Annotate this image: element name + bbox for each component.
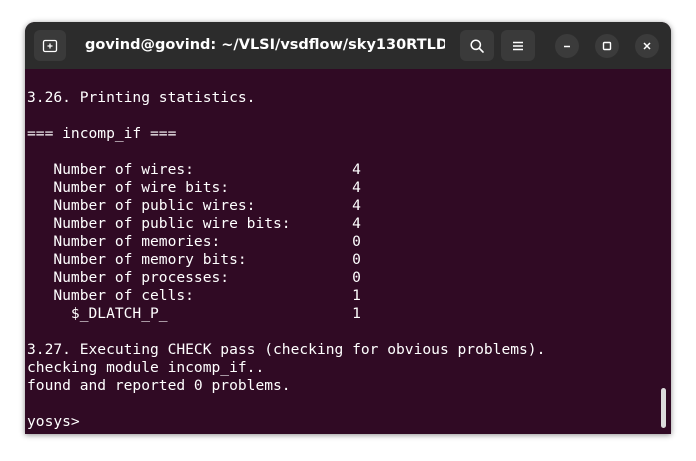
terminal-line: Number of processes: 0 bbox=[27, 269, 361, 286]
window-title: govind@govind: ~/VLSI/vsdflow/sky130RTLD… bbox=[85, 37, 445, 53]
minimize-icon bbox=[564, 45, 570, 48]
terminal-line: === incomp_if === bbox=[27, 125, 177, 142]
maximize-icon bbox=[602, 41, 612, 51]
close-icon bbox=[643, 42, 651, 50]
maximize-button[interactable] bbox=[595, 34, 619, 58]
search-icon bbox=[470, 38, 484, 53]
terminal-line: Number of wires: 4 bbox=[27, 161, 361, 178]
terminal-line: checking module incomp_if.. bbox=[27, 359, 265, 376]
terminal-line: $_DLATCH_P_ 1 bbox=[27, 305, 361, 322]
terminal-line: found and reported 0 problems. bbox=[27, 377, 291, 394]
terminal-text: 3.26. Printing statistics. === incomp_if … bbox=[27, 89, 545, 431]
terminal-line: 3.26. Printing statistics. bbox=[27, 89, 256, 106]
terminal-window: govind@govind: ~/VLSI/vsdflow/sky130RTLD… bbox=[25, 22, 671, 434]
hamburger-menu-icon bbox=[513, 41, 523, 50]
minimize-button[interactable] bbox=[555, 34, 579, 58]
terminal-line: Number of public wires: 4 bbox=[27, 197, 361, 214]
terminal-line: Number of public wire bits: 4 bbox=[27, 215, 361, 232]
close-button[interactable] bbox=[635, 34, 659, 58]
terminal-line: yosys> bbox=[27, 413, 89, 430]
scrollbar-thumb[interactable] bbox=[661, 388, 666, 428]
new-tab-icon bbox=[42, 39, 58, 52]
terminal-output[interactable]: 3.26. Printing statistics. === incomp_if … bbox=[25, 69, 671, 434]
terminal-line: 3.27. Executing CHECK pass (checking for… bbox=[27, 341, 546, 358]
title-bar: govind@govind: ~/VLSI/vsdflow/sky130RTLD… bbox=[25, 22, 671, 69]
terminal-line: Number of wire bits: 4 bbox=[27, 179, 361, 196]
search-button[interactable] bbox=[460, 30, 494, 61]
terminal-line: Number of memories: 0 bbox=[27, 233, 361, 250]
menu-button[interactable] bbox=[501, 30, 535, 61]
terminal-line: Number of cells: 1 bbox=[27, 287, 361, 304]
new-tab-button[interactable] bbox=[34, 30, 66, 61]
terminal-line: Number of memory bits: 0 bbox=[27, 251, 361, 268]
